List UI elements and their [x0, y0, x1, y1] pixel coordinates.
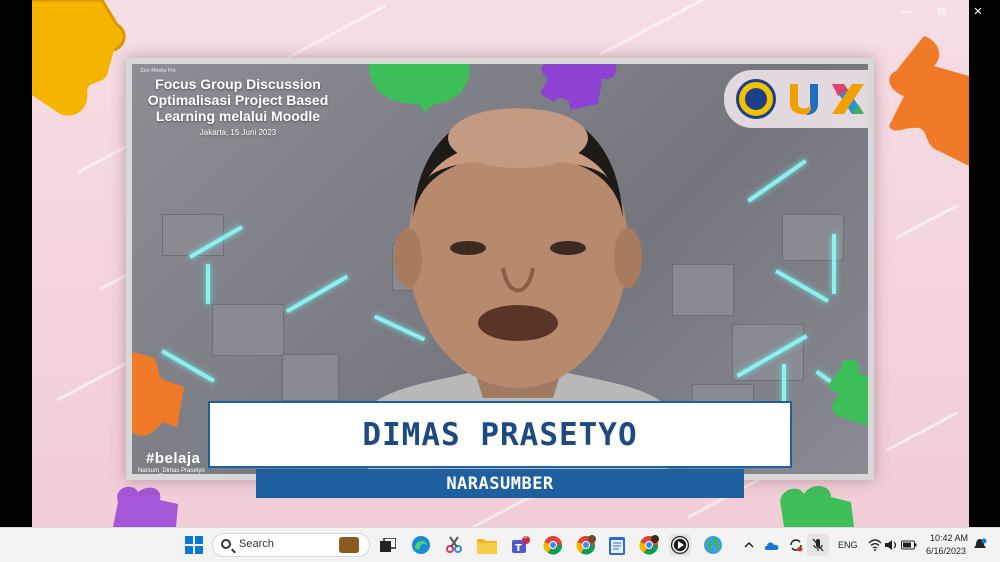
snipping-tool-icon[interactable]: [443, 534, 465, 556]
language-indicator[interactable]: ENG: [838, 540, 858, 550]
svg-text:T: T: [515, 543, 522, 554]
sync-icon[interactable]: [785, 534, 807, 556]
maximize-button[interactable]: ⧉: [924, 4, 960, 20]
chrome-profile2-icon[interactable]: [638, 534, 660, 556]
notepad-icon[interactable]: [606, 534, 628, 556]
file-explorer-icon[interactable]: [476, 534, 498, 556]
search-highlight-icon: [339, 537, 359, 553]
microphone-muted-icon[interactable]: [807, 534, 829, 556]
chrome-icon[interactable]: [542, 534, 564, 556]
teams-icon[interactable]: T 5: [509, 532, 531, 556]
windows-start-icon[interactable]: [183, 534, 205, 556]
slide-title-line-2: Optimalisasi Project Based: [147, 92, 329, 108]
search-icon: [221, 539, 231, 549]
edge-icon[interactable]: [410, 534, 432, 556]
puzzle-green-bottom-icon: [780, 486, 854, 527]
chrome-profile-icon[interactable]: [575, 534, 597, 556]
taskbar-search-box[interactable]: Search: [212, 533, 370, 557]
close-button[interactable]: ✕: [960, 4, 996, 20]
u-logo-icon: [790, 84, 818, 115]
window-controls: — ⧉ ✕: [888, 4, 996, 20]
slide-date: Jakarta, 15 Juni 2023: [199, 128, 277, 137]
taskbar: Search T 5 ENG 10:42 AM 6/16/2023: [0, 527, 1000, 562]
speaker-role: NARASUMBER: [446, 473, 554, 494]
chevron-up-icon[interactable]: [738, 534, 760, 556]
search-label: Search: [239, 538, 274, 550]
letterbox-right: [969, 0, 1000, 527]
puzzle-purple-bottom-icon: [113, 486, 178, 527]
x-logo-icon: [832, 84, 864, 114]
clock-date[interactable]: 6/16/2023: [926, 546, 966, 556]
puzzle-yellow-icon: [32, 0, 126, 116]
puzzle-green-right-icon: [828, 359, 868, 426]
onedrive-icon[interactable]: [761, 534, 783, 556]
slide-title-line-1: Focus Group Discussion: [155, 76, 321, 92]
clock-time[interactable]: 10:42 AM: [930, 533, 968, 543]
app-window: Zen Media Pro Focus Group Discussion Opt…: [0, 0, 1000, 527]
puzzle-orange-left-icon: [132, 352, 184, 436]
slide-title: Focus Group Discussion Optimalisasi Proj…: [138, 76, 338, 138]
participant-name-label: Narsum_Dimas Prasetyo: [138, 468, 205, 474]
kemenkeu-logo-icon: [736, 79, 776, 119]
slide-title-line-3: Learning melalui Moodle: [155, 108, 321, 124]
speaker-name: DIMAS PRASETYO: [362, 416, 638, 453]
slide-hashtag: #belaja: [146, 450, 201, 467]
speaker-name-box: DIMAS PRASETYO: [208, 401, 792, 468]
teams-notification-badge: 5: [523, 532, 528, 540]
minimize-button[interactable]: —: [888, 4, 924, 20]
globe-app-icon[interactable]: [702, 534, 724, 556]
speaker-role-box: NARASUMBER: [256, 469, 744, 498]
slide-header-small: Zen Media Pro: [140, 68, 176, 74]
notification-icon[interactable]: [972, 534, 988, 556]
puzzle-orange-top-icon: [889, 36, 969, 166]
media-player-icon[interactable]: [669, 534, 691, 556]
task-view-icon[interactable]: [377, 534, 399, 556]
logos-badge: [724, 70, 868, 128]
battery-icon[interactable]: [898, 534, 920, 556]
letterbox-left: [0, 0, 32, 527]
